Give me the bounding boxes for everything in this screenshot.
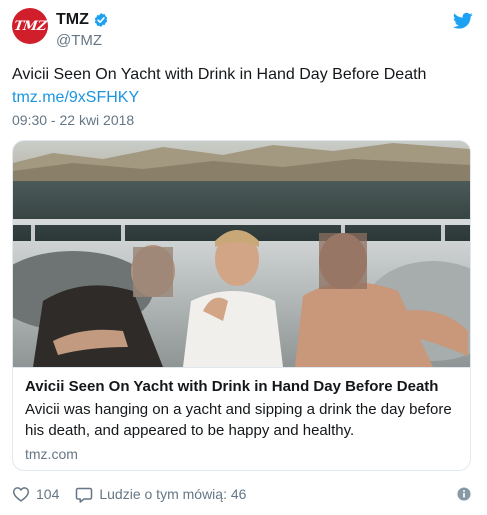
card-domain[interactable]: tmz.com [25, 445, 78, 463]
card-body: Avicii Seen On Yacht with Drink in Hand … [13, 367, 470, 470]
info-icon[interactable] [457, 487, 471, 501]
heart-icon [12, 487, 30, 502]
author-handle[interactable]: @TMZ [56, 32, 102, 50]
avatar-logo-text: TMZ [12, 18, 48, 34]
tweet-timestamp[interactable]: 09:30 - 22 kwi 2018 [12, 111, 134, 129]
tweet-actions: 104 Ludzie o tym mówią: 46 [12, 484, 246, 504]
tweet-short-link[interactable]: tmz.me/9xSFHKY [12, 87, 139, 109]
card-photo-yacht [13, 141, 470, 367]
author-display-name[interactable]: TMZ [56, 10, 89, 30]
twitter-bird-icon[interactable] [453, 12, 473, 30]
embedded-tweet: TMZ TMZ @TMZ Avicii Seen On Yacht with D… [0, 0, 487, 515]
conversation-button[interactable]: Ludzie o tym mówią: 46 [75, 486, 246, 503]
verified-badge-icon [94, 13, 108, 27]
author-avatar[interactable]: TMZ [12, 8, 48, 44]
like-button[interactable]: 104 [12, 486, 59, 502]
like-count: 104 [36, 486, 60, 502]
author-name-row: TMZ [56, 10, 109, 30]
card-description: Avicii was hanging on a yacht and sippin… [25, 401, 452, 439]
tweet-text: Avicii Seen On Yacht with Drink in Hand … [12, 66, 427, 83]
card-title[interactable]: Avicii Seen On Yacht with Drink in Hand … [25, 377, 438, 397]
link-preview-card[interactable]: Avicii Seen On Yacht with Drink in Hand … [12, 140, 471, 471]
speech-bubble-icon [76, 487, 93, 503]
conversation-label: Ludzie o tym mówią: 46 [99, 486, 247, 502]
